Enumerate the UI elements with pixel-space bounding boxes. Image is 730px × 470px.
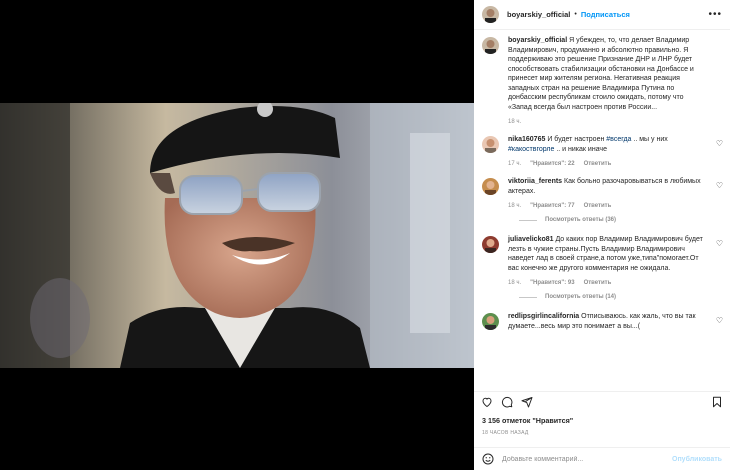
commenter-avatar[interactable] bbox=[482, 236, 499, 253]
post-photo[interactable] bbox=[0, 103, 474, 368]
commenter-avatar[interactable] bbox=[482, 178, 499, 195]
comment-item: nika160765 И будет настроен #всегда .. м… bbox=[474, 135, 730, 167]
hashtag-link[interactable]: #какоствгорле bbox=[508, 146, 554, 153]
comment-meta: 18 ч. "Нравится": 77 Ответить bbox=[508, 203, 706, 209]
post-time[interactable]: 18 ЧАСОВ НАЗАД bbox=[482, 430, 529, 436]
post-actions-bar bbox=[474, 391, 730, 411]
replies-line bbox=[519, 219, 537, 221]
post-side-panel: boyarskiy_official • Подписаться ••• boy… bbox=[474, 0, 730, 470]
caption-meta: 18 ч. bbox=[508, 119, 706, 125]
add-comment-input[interactable] bbox=[502, 455, 672, 463]
more-icon[interactable]: ••• bbox=[708, 9, 722, 20]
reply-button[interactable]: Ответить bbox=[584, 203, 612, 209]
caption-text: boyarskiy_official Я убежден, то, что де… bbox=[508, 36, 706, 112]
follow-button[interactable]: Подписаться bbox=[581, 10, 630, 19]
comment-body: И будет настроен bbox=[547, 136, 607, 143]
comment-body: .. мы у них bbox=[631, 136, 668, 143]
comment-item: juliavelicko81 До каких пор Владимир Вла… bbox=[474, 235, 730, 286]
comment-item: viktoriia_ferents Как больно разочаровыв… bbox=[474, 177, 730, 209]
comment-likes[interactable]: "Нравится": 77 bbox=[530, 203, 574, 209]
add-comment-bar: Опубликовать bbox=[474, 447, 730, 470]
comment-username[interactable]: juliavelicko81 bbox=[508, 236, 554, 243]
separator-dot: • bbox=[574, 11, 577, 18]
author-avatar[interactable] bbox=[482, 6, 499, 23]
bookmark-icon[interactable] bbox=[711, 396, 723, 408]
comment-username[interactable]: viktoriia_ferents bbox=[508, 178, 562, 185]
view-replies-button[interactable]: Посмотреть ответы (14) bbox=[519, 294, 730, 300]
comment-like-heart-icon[interactable]: ♡ bbox=[716, 239, 723, 248]
comment-username[interactable]: redlipsgirlincalifornia bbox=[508, 313, 579, 320]
comment-text: viktoriia_ferents Как больно разочаровыв… bbox=[508, 177, 706, 196]
comment-meta: 18 ч. "Нравится": 93 Ответить bbox=[508, 280, 706, 286]
caption-avatar[interactable] bbox=[482, 37, 499, 54]
hashtag-link[interactable]: #всегда bbox=[606, 136, 631, 143]
view-replies-label[interactable]: Посмотреть ответы (14) bbox=[545, 294, 616, 300]
replies-line bbox=[519, 296, 537, 298]
caption-author[interactable]: boyarskiy_official bbox=[508, 37, 567, 44]
photo-image bbox=[0, 103, 474, 368]
caption-body: Я убежден, то, что делает Владимир Влади… bbox=[508, 37, 694, 111]
reply-button[interactable]: Ответить bbox=[584, 161, 612, 167]
caption-time: 18 ч. bbox=[508, 119, 522, 125]
commenter-avatar[interactable] bbox=[482, 136, 499, 153]
comment-username[interactable]: nika160765 bbox=[508, 136, 545, 143]
comment-text: juliavelicko81 До каких пор Владимир Вла… bbox=[508, 235, 706, 273]
comment-body: .. и никак иначе bbox=[554, 145, 607, 153]
comment-meta: 17 ч. "Нравится": 22 Ответить bbox=[508, 161, 706, 167]
comments-list[interactable]: boyarskiy_official Я убежден, то, что де… bbox=[474, 36, 730, 386]
comment-time: 18 ч. bbox=[508, 280, 522, 286]
reply-button[interactable]: Ответить bbox=[584, 280, 612, 286]
caption: boyarskiy_official Я убежден, то, что де… bbox=[474, 36, 730, 125]
emoji-icon[interactable] bbox=[482, 453, 494, 465]
comment-like-heart-icon[interactable]: ♡ bbox=[716, 139, 723, 148]
comment-time: 17 ч. bbox=[508, 161, 522, 167]
share-icon[interactable] bbox=[521, 396, 533, 408]
comment-icon[interactable] bbox=[501, 396, 513, 408]
comment-time: 18 ч. bbox=[508, 203, 522, 209]
comment-like-heart-icon[interactable]: ♡ bbox=[716, 316, 723, 325]
comment-text: redlipsgirlincalifornia Отписываюсь. как… bbox=[508, 312, 706, 331]
view-replies-button[interactable]: Посмотреть ответы (36) bbox=[519, 217, 730, 223]
comment-item: redlipsgirlincalifornia Отписываюсь. как… bbox=[474, 312, 730, 331]
post-media[interactable] bbox=[0, 0, 474, 470]
commenter-avatar[interactable] bbox=[482, 313, 499, 330]
comment-text: nika160765 И будет настроен #всегда .. м… bbox=[508, 135, 706, 154]
likes-count[interactable]: 3 156 отметок "Нравится" bbox=[482, 416, 573, 425]
comment-likes[interactable]: "Нравится": 93 bbox=[530, 280, 574, 286]
author-username[interactable]: boyarskiy_official bbox=[507, 10, 570, 19]
view-replies-label[interactable]: Посмотреть ответы (36) bbox=[545, 217, 616, 223]
comment-likes[interactable]: "Нравится": 22 bbox=[530, 161, 574, 167]
post-header: boyarskiy_official • Подписаться ••• bbox=[474, 0, 730, 30]
publish-button[interactable]: Опубликовать bbox=[672, 456, 722, 463]
heart-icon[interactable] bbox=[481, 396, 493, 408]
comment-like-heart-icon[interactable]: ♡ bbox=[716, 181, 723, 190]
